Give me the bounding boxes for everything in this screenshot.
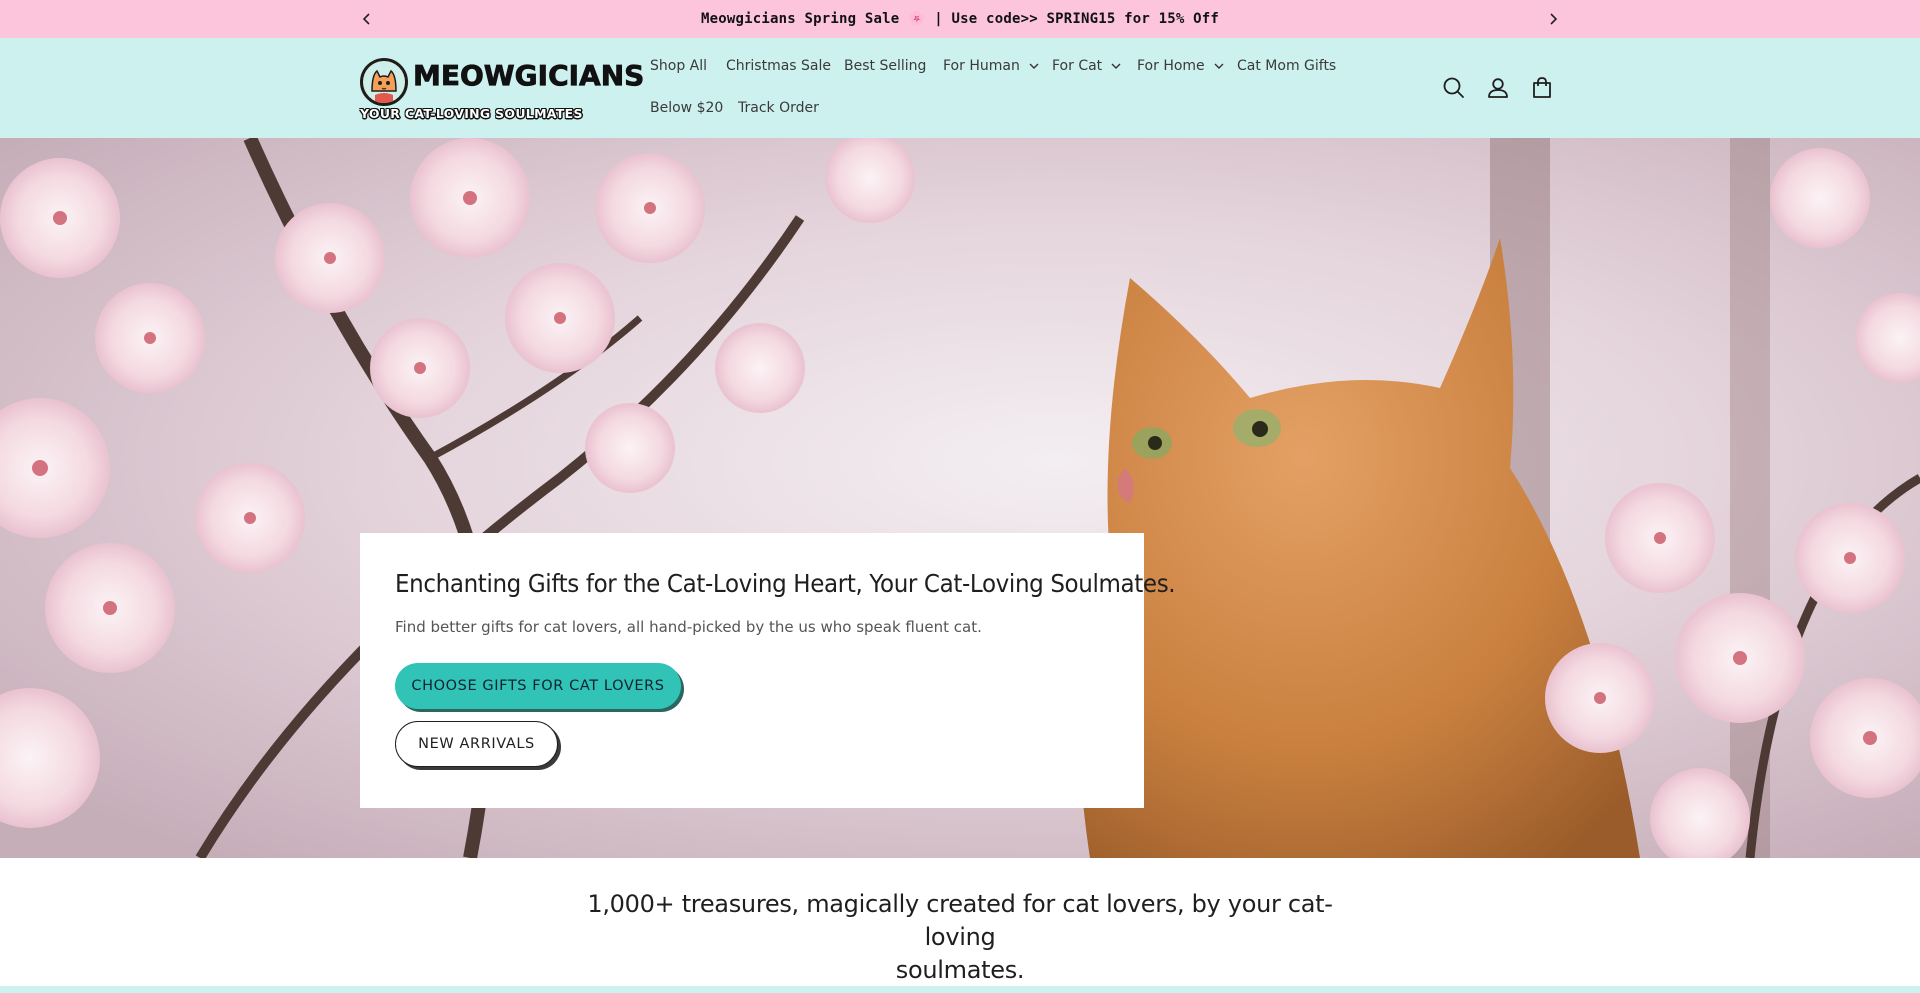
nav-christmas-sale[interactable]: Christmas Sale (726, 58, 831, 74)
search-icon[interactable] (1441, 75, 1467, 101)
nav-label: Best Selling (844, 58, 927, 74)
main-nav: Shop All Christmas Sale Best Selling For… (638, 38, 1358, 138)
nav-label: Track Order (738, 100, 819, 116)
nav-cat-mom-gifts[interactable]: Cat Mom Gifts (1237, 58, 1336, 74)
nav-label: Shop All (650, 58, 708, 74)
hero-subtitle: Find better gifts for cat lovers, all ha… (395, 618, 982, 636)
nav-below-20[interactable]: Below $20 (650, 100, 723, 116)
nav-label: Christmas Sale (726, 58, 832, 74)
nav-label: For Human (943, 58, 1020, 74)
cart-icon[interactable] (1529, 75, 1555, 101)
nav-for-cat[interactable]: For Cat (1052, 58, 1121, 74)
nav-label: Cat Mom Gifts (1237, 58, 1337, 74)
logo-brand: MEOWGICIANS (413, 59, 645, 93)
logo[interactable]: MEOWGICIANS YOUR CAT-LOVING SOULMATES (358, 54, 645, 122)
nav-label: For Home (1137, 58, 1205, 74)
chevron-down-icon (1111, 63, 1121, 70)
nav-track-order[interactable]: Track Order (738, 100, 819, 116)
hero-banner: Enchanting Gifts for the Cat-Loving Hear… (0, 138, 1920, 858)
hero-content-card: Enchanting Gifts for the Cat-Loving Hear… (360, 533, 1176, 808)
nav-label: Below $20 (650, 100, 724, 116)
intro-line-1: 1,000+ treasures, magically created for … (587, 890, 1333, 951)
nav-for-home[interactable]: For Home (1137, 58, 1224, 74)
section-divider (0, 986, 1920, 993)
site-header: MEOWGICIANS YOUR CAT-LOVING SOULMATES Sh… (0, 38, 1920, 138)
nav-label: For Cat (1052, 58, 1103, 74)
logo-tagline: YOUR CAT-LOVING SOULMATES (360, 106, 583, 121)
chevron-left-icon[interactable] (357, 9, 377, 29)
hero-title: Enchanting Gifts for the Cat-Loving Hear… (395, 569, 1176, 598)
nav-best-selling[interactable]: Best Selling (844, 58, 926, 74)
nav-for-human[interactable]: For Human (943, 58, 1039, 74)
announcement-bar: Meowgicians Spring Sale 🌸 | Use code>> S… (0, 0, 1920, 38)
new-arrivals-button[interactable]: NEW ARRIVALS (395, 721, 558, 767)
intro-line-2: soulmates. (895, 956, 1025, 984)
intro-heading: 1,000+ treasures, magically created for … (560, 888, 1360, 987)
chevron-down-icon (1214, 63, 1224, 70)
chevron-right-icon[interactable] (1543, 9, 1563, 29)
choose-gifts-button[interactable]: CHOOSE GIFTS FOR CAT LOVERS (395, 663, 681, 709)
account-icon[interactable] (1485, 75, 1511, 101)
cat-logo-icon (360, 58, 408, 106)
nav-shop-all[interactable]: Shop All (650, 58, 707, 74)
intro-section: 1,000+ treasures, magically created for … (0, 858, 1920, 986)
announcement-text[interactable]: Meowgicians Spring Sale 🌸 | Use code>> S… (701, 11, 1219, 27)
chevron-down-icon (1029, 63, 1039, 70)
